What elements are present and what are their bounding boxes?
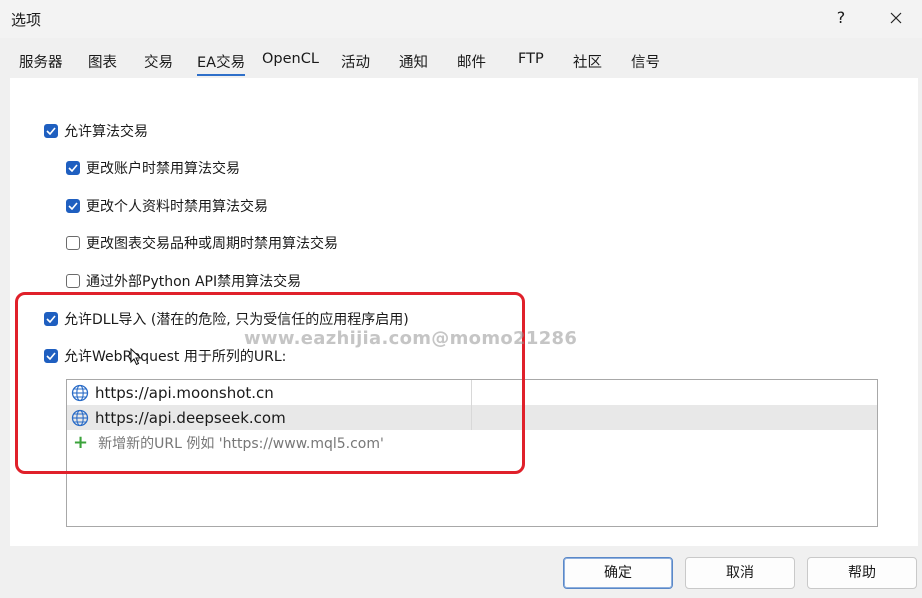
disable-on-account-change-checkbox[interactable]: 更改账户时禁用算法交易 bbox=[66, 158, 240, 178]
window-title: 选项 bbox=[11, 11, 42, 29]
watermark-text: www.eazhijia.com@momo21286 bbox=[244, 328, 578, 349]
mouse-pointer-icon bbox=[130, 348, 142, 366]
title-bar: 选项 ? bbox=[0, 0, 922, 38]
disable-on-account-change-label: 更改账户时禁用算法交易 bbox=[86, 161, 240, 177]
column-divider bbox=[471, 405, 472, 430]
allow-dll-import-label: 允许DLL导入 (潜在的危险, 只为受信任的应用程序启用) bbox=[64, 312, 409, 328]
disable-on-chart-change-checkbox[interactable]: 更改图表交易品种或周期时禁用算法交易 bbox=[66, 233, 338, 253]
checkbox-unchecked-icon bbox=[66, 236, 80, 250]
add-url-row[interactable]: + 新增新的URL 例如 'https://www.mql5.com' bbox=[67, 430, 384, 455]
allow-webrequest-checkbox[interactable]: 允许WebRequest 用于所列的URL: bbox=[44, 346, 286, 366]
ok-button[interactable]: 确定 bbox=[563, 557, 673, 589]
tab-strip: 服务器 图表 交易 EA交易 OpenCL 活动 通知 邮件 FTP 社区 信号 bbox=[10, 46, 920, 78]
tab-trade[interactable]: 交易 bbox=[144, 51, 173, 72]
checkbox-checked-icon bbox=[44, 349, 58, 363]
tab-opencl[interactable]: OpenCL bbox=[262, 51, 319, 67]
close-button[interactable] bbox=[880, 4, 912, 32]
allow-webrequest-label: 允许WebRequest 用于所列的URL: bbox=[64, 349, 287, 365]
disable-python-api-label: 通过外部Python API禁用算法交易 bbox=[86, 274, 302, 290]
options-panel: 允许算法交易 更改账户时禁用算法交易 更改个人资料时禁用算法交易 更改图表交易品… bbox=[10, 78, 918, 546]
help-button[interactable]: 帮助 bbox=[807, 557, 917, 589]
checkbox-checked-icon bbox=[44, 124, 58, 138]
allow-algo-trading-label: 允许算法交易 bbox=[64, 124, 148, 140]
allow-algo-trading-checkbox[interactable]: 允许算法交易 bbox=[44, 121, 148, 141]
checkbox-checked-icon bbox=[44, 312, 58, 326]
close-icon bbox=[890, 12, 902, 24]
help-question-button[interactable]: ? bbox=[828, 4, 854, 32]
disable-on-profile-change-label: 更改个人资料时禁用算法交易 bbox=[86, 199, 268, 215]
tab-expert-advisors[interactable]: EA交易 bbox=[197, 51, 246, 76]
tab-ftp[interactable]: FTP bbox=[518, 51, 544, 67]
column-divider bbox=[471, 380, 472, 405]
globe-icon bbox=[71, 384, 89, 401]
add-url-placeholder: 新增新的URL 例如 'https://www.mql5.com' bbox=[98, 435, 384, 452]
disable-on-profile-change-checkbox[interactable]: 更改个人资料时禁用算法交易 bbox=[66, 196, 268, 216]
url-text: https://api.moonshot.cn bbox=[95, 383, 274, 402]
cancel-button[interactable]: 取消 bbox=[685, 557, 795, 589]
globe-icon bbox=[71, 409, 89, 426]
allow-dll-import-checkbox[interactable]: 允许DLL导入 (潜在的危险, 只为受信任的应用程序启用) bbox=[44, 309, 409, 329]
url-list-item-selected[interactable]: https://api.deepseek.com bbox=[67, 405, 877, 430]
tab-charts[interactable]: 图表 bbox=[88, 51, 117, 72]
url-list-item[interactable]: https://api.moonshot.cn bbox=[67, 380, 877, 405]
checkbox-unchecked-icon bbox=[66, 274, 80, 288]
tab-community[interactable]: 社区 bbox=[573, 51, 602, 72]
plus-icon: + bbox=[73, 431, 89, 453]
webrequest-url-list[interactable]: https://api.moonshot.cn https://api.deep… bbox=[66, 379, 878, 527]
tab-email[interactable]: 邮件 bbox=[457, 51, 486, 72]
disable-python-api-checkbox[interactable]: 通过外部Python API禁用算法交易 bbox=[66, 271, 301, 291]
tab-server[interactable]: 服务器 bbox=[19, 51, 63, 72]
tab-signals[interactable]: 信号 bbox=[631, 51, 660, 72]
checkbox-checked-icon bbox=[66, 161, 80, 175]
disable-on-chart-change-label: 更改图表交易品种或周期时禁用算法交易 bbox=[86, 236, 338, 252]
tab-notifications[interactable]: 通知 bbox=[399, 51, 428, 72]
tab-events[interactable]: 活动 bbox=[341, 51, 370, 72]
checkbox-checked-icon bbox=[66, 199, 80, 213]
url-text: https://api.deepseek.com bbox=[95, 408, 286, 427]
